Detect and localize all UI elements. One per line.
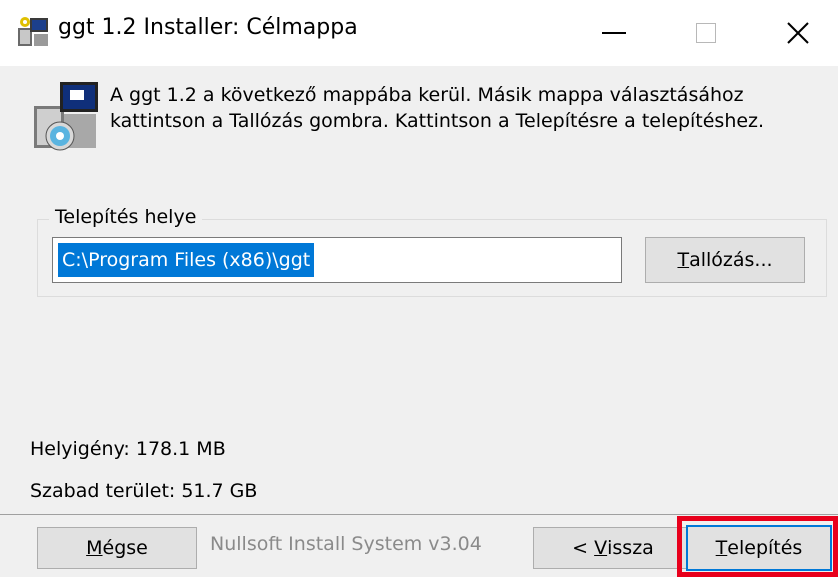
back-button-prefix: < <box>572 537 595 559</box>
title-bar: ggt 1.2 Installer: Célmappa <box>0 0 838 66</box>
installer-window: ggt 1.2 Installer: Célmappa A ggt 1.2 a … <box>0 0 838 577</box>
minimize-icon <box>602 32 626 34</box>
back-button-label: issza <box>607 537 654 559</box>
nsis-branding: Nullsoft Install System v3.04 <box>210 533 482 555</box>
footer-separator <box>0 514 838 515</box>
back-button[interactable]: < Vissza <box>533 527 693 569</box>
header-line-2: kattintson a Tallózás gombra. Kattintson… <box>110 110 765 132</box>
install-button[interactable]: Telepítés <box>686 525 832 571</box>
back-button-accelerator: V <box>594 537 608 559</box>
window-title: ggt 1.2 Installer: Célmappa <box>58 15 358 40</box>
install-button-accelerator: T <box>715 537 728 559</box>
header-description: A ggt 1.2 a következő mappába kerül. Más… <box>110 82 830 134</box>
cancel-button-accelerator: M <box>86 537 103 559</box>
destination-path-input[interactable]: C:\Program Files (x86)\ggt <box>52 237 622 283</box>
header-panel: A ggt 1.2 a következő mappába kerül. Más… <box>0 66 838 178</box>
close-button[interactable] <box>752 0 838 66</box>
destination-path-value: C:\Program Files (x86)\ggt <box>58 243 315 277</box>
browse-button-accelerator: T <box>677 249 690 271</box>
space-required: Helyigény: 178.1 MB <box>30 438 226 460</box>
maximize-icon <box>696 23 716 43</box>
install-button-label: elepítés <box>727 537 803 559</box>
browse-button-label: allózás... <box>689 249 773 271</box>
cancel-button-label: égse <box>102 537 148 559</box>
header-line-1: A ggt 1.2 a következő mappába kerül. Más… <box>110 84 744 106</box>
cancel-button[interactable]: Mégse <box>37 527 197 569</box>
destination-group-label: Telepítés helye <box>49 206 203 228</box>
maximize-button[interactable] <box>660 0 752 66</box>
installer-icon <box>18 17 48 46</box>
close-icon <box>787 22 809 44</box>
browse-button[interactable]: Tallózás... <box>645 237 805 283</box>
space-free: Szabad terület: 51.7 GB <box>30 480 258 502</box>
package-disk-icon <box>34 82 98 151</box>
minimize-button[interactable] <box>568 0 660 66</box>
